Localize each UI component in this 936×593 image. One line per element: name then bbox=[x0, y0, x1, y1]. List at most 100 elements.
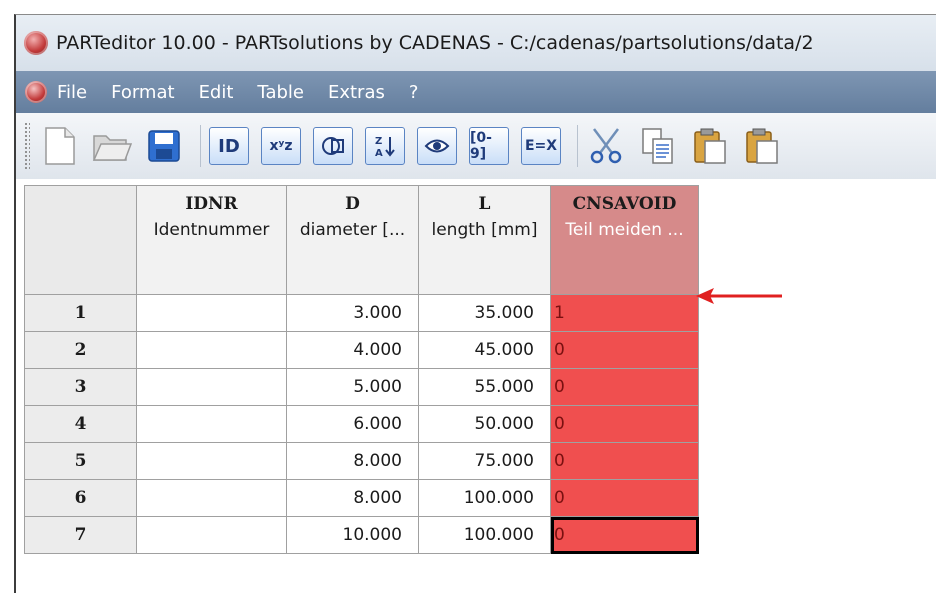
annotation-arrow-icon bbox=[696, 288, 782, 304]
eye-icon bbox=[417, 127, 457, 165]
cell-d[interactable]: 3.000 bbox=[286, 294, 419, 332]
sort-button[interactable]: Z A bbox=[363, 124, 407, 168]
save-disk-icon bbox=[148, 130, 180, 162]
cell-idnr[interactable] bbox=[136, 442, 287, 480]
formula-button[interactable]: E=X bbox=[519, 124, 563, 168]
cell-d[interactable]: 8.000 bbox=[286, 479, 419, 517]
save-button[interactable] bbox=[142, 124, 186, 168]
table-row: 6 8.000 100.000 0 bbox=[24, 479, 699, 517]
table-row: 4 6.000 50.000 0 bbox=[24, 405, 699, 443]
view-button[interactable] bbox=[415, 124, 459, 168]
menu-extras[interactable]: Extras bbox=[328, 82, 385, 103]
row-header[interactable]: 6 bbox=[24, 479, 137, 517]
column-code: D bbox=[345, 194, 360, 214]
cell-d[interactable]: 6.000 bbox=[286, 405, 419, 443]
cell-d[interactable]: 4.000 bbox=[286, 331, 419, 369]
row-header[interactable]: 3 bbox=[24, 368, 137, 406]
table-row: 1 3.000 35.000 1 bbox=[24, 294, 699, 332]
column-code: IDNR bbox=[185, 194, 238, 214]
range-button[interactable]: [0-9] bbox=[467, 124, 511, 168]
menu-bar: File Format Edit Table Extras ? bbox=[16, 71, 936, 113]
paste-special-icon bbox=[746, 128, 778, 164]
geometry-button[interactable] bbox=[311, 124, 355, 168]
table-editor: IDNR Identnummer D diameter [... L lengt… bbox=[16, 179, 936, 593]
title-bar: PARTeditor 10.00 - PARTsolutions by CADE… bbox=[16, 15, 936, 71]
column-header-d[interactable]: D diameter [... bbox=[286, 185, 419, 295]
app-menu-icon[interactable] bbox=[25, 81, 47, 103]
cell-cnsavoid[interactable]: 0 bbox=[550, 331, 699, 369]
cell-l[interactable]: 50.000 bbox=[418, 405, 551, 443]
menu-file[interactable]: File bbox=[57, 82, 87, 103]
cell-idnr[interactable] bbox=[136, 516, 287, 554]
menu-help[interactable]: ? bbox=[409, 82, 419, 103]
cell-l[interactable]: 100.000 bbox=[418, 479, 551, 517]
cell-idnr[interactable] bbox=[136, 368, 287, 406]
parteditor-window: PARTeditor 10.00 - PARTsolutions by CADE… bbox=[14, 14, 936, 593]
toolbar-grip[interactable] bbox=[24, 122, 30, 170]
column-description: Identnummer bbox=[153, 220, 270, 240]
column-header-l[interactable]: L length [mm] bbox=[418, 185, 551, 295]
cell-d[interactable]: 10.000 bbox=[286, 516, 419, 554]
id-button[interactable]: ID bbox=[207, 124, 251, 168]
cell-idnr[interactable] bbox=[136, 331, 287, 369]
row-header[interactable]: 2 bbox=[24, 331, 137, 369]
cell-l[interactable]: 75.000 bbox=[418, 442, 551, 480]
table-row: 5 8.000 75.000 0 bbox=[24, 442, 699, 480]
corner-cell[interactable] bbox=[24, 185, 137, 295]
column-code: L bbox=[478, 194, 491, 214]
paste-button[interactable] bbox=[688, 124, 732, 168]
cell-cnsavoid[interactable]: 0 bbox=[550, 405, 699, 443]
column-header-idnr[interactable]: IDNR Identnummer bbox=[136, 185, 287, 295]
cut-icon bbox=[590, 128, 622, 164]
cell-idnr[interactable] bbox=[136, 479, 287, 517]
cell-l[interactable]: 45.000 bbox=[418, 331, 551, 369]
row-header[interactable]: 5 bbox=[24, 442, 137, 480]
menu-table[interactable]: Table bbox=[257, 82, 304, 103]
column-code: CNSAVOID bbox=[572, 194, 677, 214]
window-title: PARTeditor 10.00 - PARTsolutions by CADE… bbox=[56, 32, 814, 54]
cell-d[interactable]: 8.000 bbox=[286, 442, 419, 480]
column-description: length [mm] bbox=[431, 220, 538, 240]
menu-format[interactable]: Format bbox=[111, 82, 174, 103]
copy-button[interactable] bbox=[636, 124, 680, 168]
cell-l[interactable]: 100.000 bbox=[418, 516, 551, 554]
toolbar-separator bbox=[577, 125, 578, 167]
column-description: diameter [... bbox=[299, 220, 406, 240]
open-button[interactable] bbox=[90, 124, 134, 168]
menu-edit[interactable]: Edit bbox=[199, 82, 234, 103]
data-table: IDNR Identnummer D diameter [... L lengt… bbox=[24, 185, 699, 554]
cell-cnsavoid[interactable]: 0 bbox=[550, 516, 699, 554]
sort-icon: Z A bbox=[365, 127, 405, 165]
paste-icon bbox=[694, 128, 726, 164]
cut-button[interactable] bbox=[584, 124, 628, 168]
table-row: 2 4.000 45.000 0 bbox=[24, 331, 699, 369]
row-header[interactable]: 4 bbox=[24, 405, 137, 443]
row-header[interactable]: 1 bbox=[24, 294, 137, 332]
xyz-button[interactable]: xʸz bbox=[259, 124, 303, 168]
xyz-icon: xʸz bbox=[261, 127, 301, 165]
cell-d[interactable]: 5.000 bbox=[286, 368, 419, 406]
column-description: Teil meiden ... bbox=[565, 220, 684, 240]
cell-cnsavoid[interactable]: 0 bbox=[550, 368, 699, 406]
range-icon: [0-9] bbox=[469, 127, 509, 165]
row-header[interactable]: 7 bbox=[24, 516, 137, 554]
new-button[interactable] bbox=[38, 124, 82, 168]
column-header-cnsavoid[interactable]: CNSAVOID Teil meiden ... bbox=[550, 185, 699, 295]
id-icon: ID bbox=[209, 127, 249, 165]
cell-cnsavoid[interactable]: 0 bbox=[550, 479, 699, 517]
paste-special-button[interactable] bbox=[740, 124, 784, 168]
geometry-icon bbox=[313, 127, 353, 165]
cadenas-logo-icon bbox=[24, 31, 48, 55]
table-row: 3 5.000 55.000 0 bbox=[24, 368, 699, 406]
cell-cnsavoid[interactable]: 1 bbox=[550, 294, 699, 332]
cell-idnr[interactable] bbox=[136, 294, 287, 332]
svg-text:A: A bbox=[375, 148, 383, 159]
table-row: 7 10.000 100.000 0 bbox=[24, 516, 699, 554]
cell-l[interactable]: 35.000 bbox=[418, 294, 551, 332]
new-document-icon bbox=[45, 127, 75, 165]
cell-l[interactable]: 55.000 bbox=[418, 368, 551, 406]
formula-icon: E=X bbox=[521, 127, 561, 165]
svg-text:Z: Z bbox=[375, 136, 382, 147]
cell-idnr[interactable] bbox=[136, 405, 287, 443]
cell-cnsavoid[interactable]: 0 bbox=[550, 442, 699, 480]
